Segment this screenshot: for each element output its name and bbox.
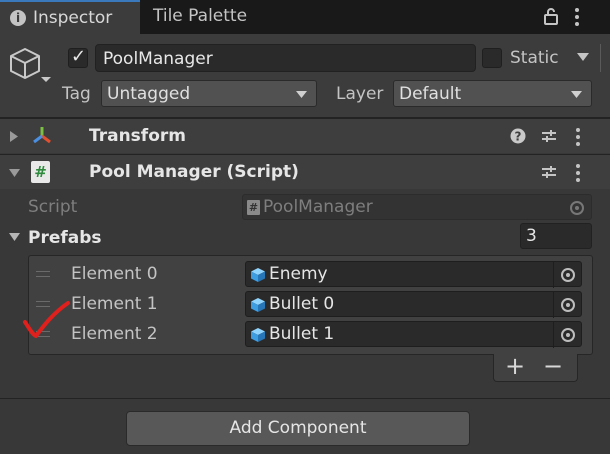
active-checkbox[interactable] <box>68 46 88 68</box>
prefabs-size-field[interactable]: 3 <box>520 223 592 249</box>
object-name-text: PoolManager <box>103 49 213 69</box>
static-label: Static <box>510 48 559 68</box>
transform-title: Transform <box>89 126 186 146</box>
prefab-cube-icon <box>251 328 265 342</box>
transform-component-header[interactable]: Transform ? <box>0 118 610 153</box>
panel-edge <box>600 44 601 72</box>
tab-tile-palette[interactable]: Tile Palette <box>140 0 270 34</box>
remove-element-button[interactable]: − <box>543 353 563 379</box>
help-icon[interactable]: ? <box>510 128 526 144</box>
object-name-field[interactable]: PoolManager <box>95 44 476 72</box>
preset-settings-icon[interactable] <box>541 164 557 180</box>
layer-label: Layer <box>336 84 384 104</box>
element-value: Bullet 1 <box>269 324 335 344</box>
gameobject-cube-icon[interactable] <box>8 45 54 87</box>
layer-dropdown[interactable]: Default <box>393 80 592 107</box>
object-picker-button[interactable] <box>553 292 581 318</box>
static-dropdown-arrow-icon[interactable] <box>576 52 590 62</box>
element-object-field[interactable]: Bullet 0 <box>245 291 582 318</box>
red-checkmark-annotation <box>23 301 70 338</box>
more-icon[interactable] <box>574 163 582 183</box>
tag-dropdown-value: Untagged <box>107 84 191 104</box>
object-picker-button[interactable] <box>553 262 581 288</box>
preset-settings-icon[interactable] <box>541 128 557 144</box>
chevron-down-icon <box>296 91 307 98</box>
prefabs-size-value: 3 <box>526 226 537 246</box>
script-field-value: PoolManager <box>263 197 373 217</box>
pool-manager-title: Pool Manager (Script) <box>89 162 299 182</box>
info-icon: i <box>10 10 26 26</box>
pool-manager-component-header[interactable]: # Pool Manager (Script) <box>0 154 610 189</box>
tab-inspector[interactable]: i Inspector <box>0 0 140 34</box>
object-picker-button[interactable] <box>553 322 581 348</box>
layer-dropdown-value: Default <box>399 84 462 104</box>
add-component-button[interactable]: Add Component <box>126 411 470 446</box>
object-picker-icon <box>570 201 584 215</box>
tag-label: Tag <box>62 84 91 104</box>
tab-inspector-label: Inspector <box>33 8 113 28</box>
script-label: Script <box>28 197 78 217</box>
prefab-cube-icon <box>251 298 265 312</box>
lock-icon[interactable] <box>543 7 559 25</box>
more-icon[interactable] <box>574 127 582 147</box>
svg-text:?: ? <box>515 130 522 144</box>
chevron-down-icon <box>571 91 582 98</box>
transform-axes-icon <box>33 127 51 144</box>
foldout-expanded-icon[interactable] <box>8 168 21 178</box>
element-object-field[interactable]: Bullet 1 <box>245 321 582 348</box>
script-field: # PoolManager <box>242 194 592 220</box>
static-checkbox[interactable] <box>482 48 502 68</box>
tag-dropdown[interactable]: Untagged <box>101 80 317 107</box>
element-value: Enemy <box>269 264 328 284</box>
element-value: Bullet 0 <box>269 294 335 314</box>
drag-handle-icon[interactable] <box>36 271 50 277</box>
prefabs-label[interactable]: Prefabs <box>28 228 102 248</box>
prefab-cube-icon <box>251 268 265 282</box>
foldout-expanded-icon[interactable] <box>8 232 21 242</box>
element-label: Element 1 <box>71 294 158 314</box>
element-label: Element 2 <box>71 324 158 344</box>
element-object-field[interactable]: Enemy <box>245 261 582 288</box>
foldout-collapsed-icon[interactable] <box>9 130 19 143</box>
script-file-icon: # <box>247 200 260 215</box>
more-icon[interactable] <box>573 7 581 27</box>
tab-tile-palette-label: Tile Palette <box>153 6 248 26</box>
element-label: Element 0 <box>71 264 158 284</box>
divider <box>0 398 610 399</box>
csharp-script-icon: # <box>31 161 50 183</box>
add-element-button[interactable]: + <box>505 353 525 379</box>
